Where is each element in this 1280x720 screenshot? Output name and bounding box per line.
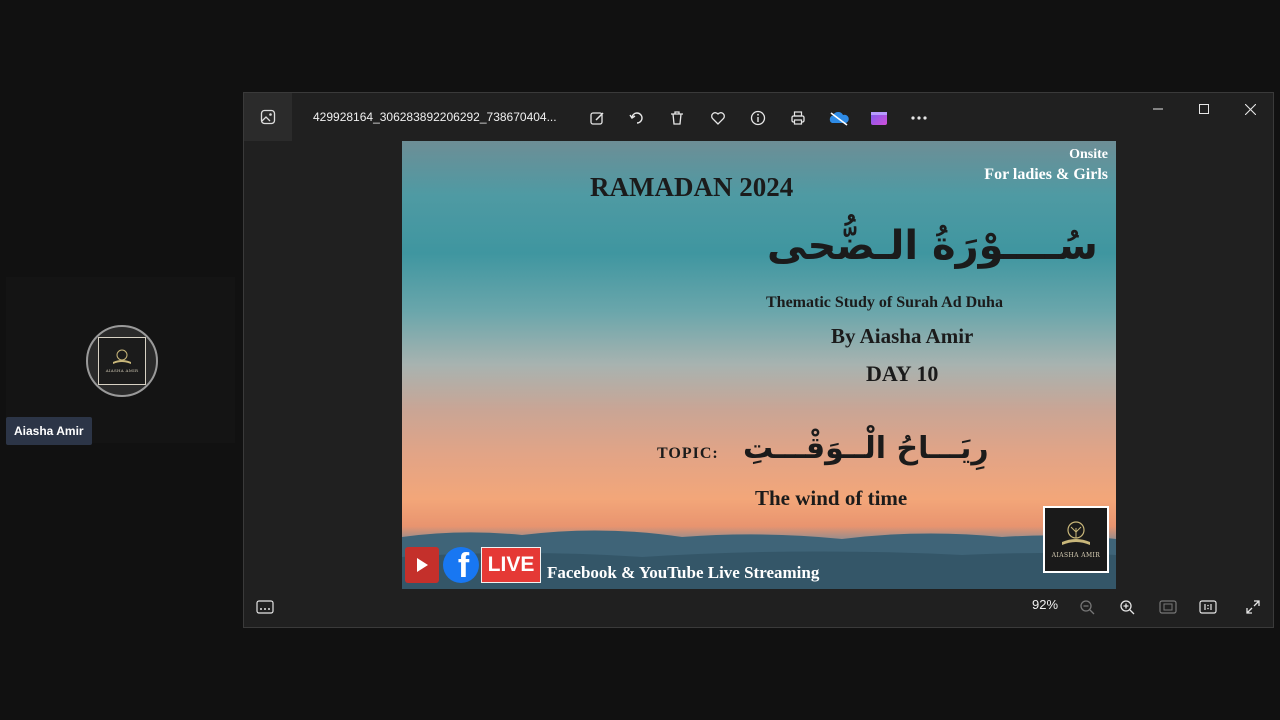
delete-icon[interactable] bbox=[664, 105, 690, 131]
close-icon bbox=[1244, 103, 1256, 115]
topic-label: TOPIC: bbox=[657, 445, 719, 462]
live-badge: LIVE bbox=[481, 547, 541, 583]
avatar-text: AIASHA AMIR bbox=[105, 368, 139, 373]
close-button[interactable] bbox=[1227, 93, 1273, 125]
maximize-button[interactable] bbox=[1181, 93, 1227, 125]
onedrive-icon[interactable] bbox=[826, 105, 852, 131]
minimize-icon bbox=[1153, 108, 1163, 110]
facebook-glyph: f bbox=[457, 547, 470, 583]
favorite-icon[interactable] bbox=[705, 105, 731, 131]
topic-arabic: رِيَـــاحُ الْــوَقْـــتِ bbox=[743, 431, 989, 466]
logo-text: AIASHA AMIR bbox=[1051, 552, 1101, 559]
zoom-in-icon[interactable] bbox=[1114, 594, 1140, 620]
day-label: DAY 10 bbox=[866, 361, 939, 386]
zoom-level: 92% bbox=[1032, 597, 1059, 612]
audience-text: For ladies & Girls bbox=[984, 166, 1108, 183]
minimize-button[interactable] bbox=[1135, 93, 1181, 125]
byline: By Aiasha Amir bbox=[831, 324, 974, 348]
surah-arabic: سُــــوْرَةُ الـضُّحى bbox=[767, 223, 1098, 269]
photos-window: 429928164_306283892206292_738670404... O… bbox=[243, 92, 1274, 628]
filmstrip-toggle-icon[interactable] bbox=[252, 594, 278, 620]
poster-title: RAMADAN 2024 bbox=[590, 172, 794, 202]
maximize-icon bbox=[1199, 104, 1209, 114]
actual-size-icon[interactable] bbox=[1195, 594, 1221, 620]
thematic-text: Thematic Study of Surah Ad Duha bbox=[766, 294, 1003, 311]
avatar: AIASHA AMIR bbox=[86, 325, 158, 397]
clipchamp-icon[interactable] bbox=[866, 105, 892, 131]
info-icon[interactable] bbox=[745, 105, 771, 131]
youtube-icon bbox=[405, 547, 439, 583]
file-name: 429928164_306283892206292_738670404... bbox=[313, 110, 557, 124]
fit-to-window-icon[interactable] bbox=[1155, 594, 1181, 620]
poster-image: Onsite For ladies & Girls RAMADAN 2024 س… bbox=[402, 141, 1116, 589]
facebook-icon: f bbox=[443, 547, 479, 583]
participant-name: Aiasha Amir bbox=[6, 417, 92, 445]
photos-app-icon[interactable] bbox=[244, 93, 292, 141]
topic-english: The wind of time bbox=[755, 486, 908, 510]
brand-logo: AIASHA AMIR bbox=[1043, 506, 1109, 573]
tree-book-icon bbox=[1062, 521, 1090, 545]
print-icon[interactable] bbox=[785, 105, 811, 131]
zoom-out-icon[interactable] bbox=[1074, 594, 1100, 620]
streaming-text: Facebook & YouTube Live Streaming bbox=[547, 563, 820, 582]
rotate-icon[interactable] bbox=[624, 105, 650, 131]
avatar-logo: AIASHA AMIR bbox=[98, 337, 146, 385]
bottom-bar: 92% bbox=[244, 587, 1273, 627]
edit-icon[interactable] bbox=[584, 105, 610, 131]
title-bar: 429928164_306283892206292_738670404... bbox=[244, 93, 1273, 141]
onsite-text: Onsite bbox=[1069, 147, 1108, 162]
more-icon[interactable] bbox=[906, 105, 932, 131]
fullscreen-icon[interactable] bbox=[1240, 594, 1266, 620]
